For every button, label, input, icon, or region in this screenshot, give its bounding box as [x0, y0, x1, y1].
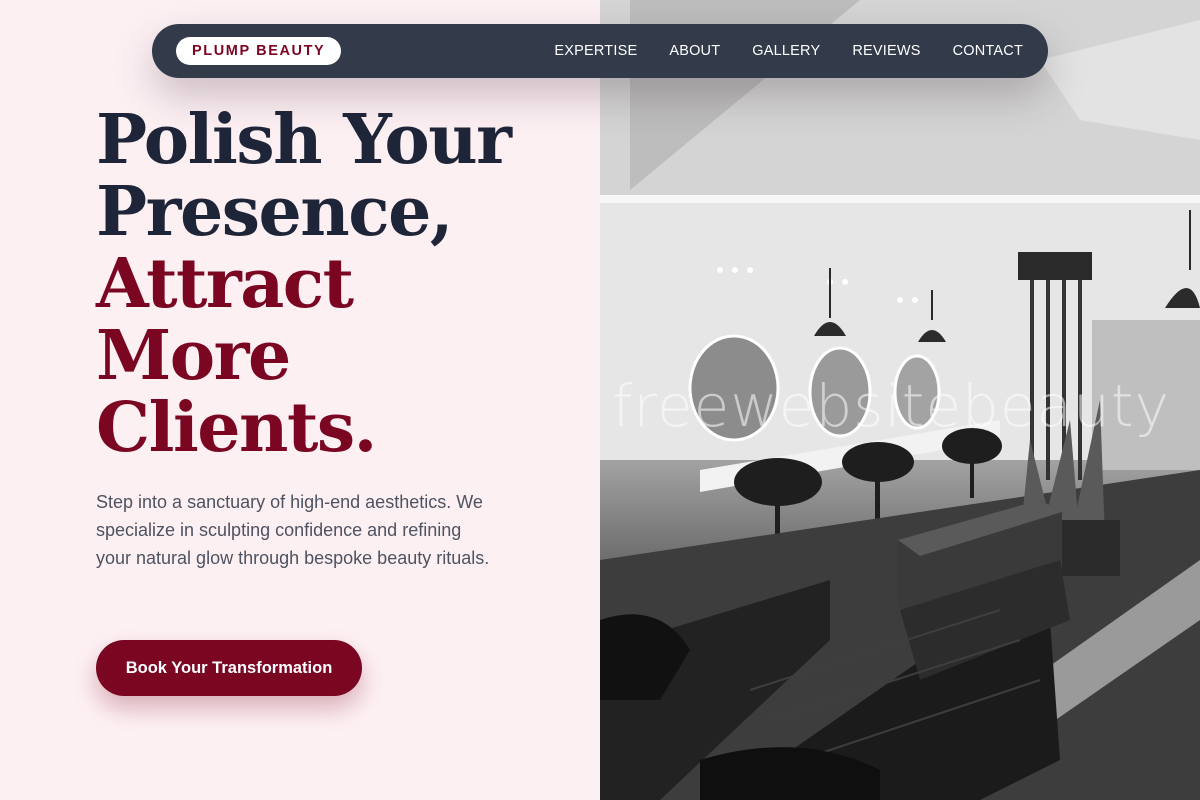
nav-link-contact[interactable]: CONTACT [953, 43, 1023, 59]
headline-line-5: Clients. [96, 388, 377, 468]
watermark-text: freewebsitebeauty [612, 372, 1170, 440]
nav-link-about[interactable]: ABOUT [669, 43, 720, 59]
nav-links: EXPERTISE ABOUT GALLERY REVIEWS CONTACT [554, 43, 1024, 59]
nav-link-gallery[interactable]: GALLERY [752, 43, 820, 59]
headline-line-1: Polish Your [96, 100, 512, 180]
headline-line-3: Attract [96, 244, 354, 324]
hero-description: Step into a sanctuary of high-end aesthe… [96, 492, 490, 568]
hero-headline: Polish Your Presence, Attract More Clien… [96, 100, 512, 468]
nav-link-reviews[interactable]: REVIEWS [852, 43, 920, 59]
book-transformation-button[interactable]: Book Your Transformation [96, 640, 362, 696]
nav-link-expertise[interactable]: EXPERTISE [554, 43, 637, 59]
brand-logo[interactable]: PLUMP BEAUTY [176, 37, 342, 65]
headline-line-2: Presence, [96, 172, 454, 252]
headline-line-4: More [96, 316, 291, 396]
top-navigation: PLUMP BEAUTY EXPERTISE ABOUT GALLERY REV… [152, 24, 1048, 78]
salon-photo: freewebsitebeauty [600, 0, 1200, 800]
